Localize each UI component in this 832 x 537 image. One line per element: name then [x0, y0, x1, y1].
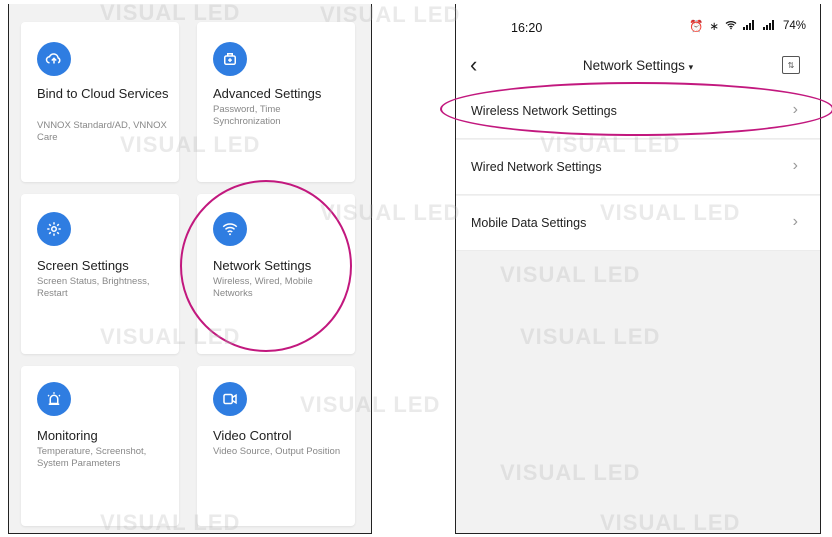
card-title: Screen Settings	[37, 258, 129, 273]
chevron-down-icon: ▾	[688, 62, 694, 72]
toolbox-icon	[213, 42, 247, 76]
card-description: Temperature, Screenshot, System Paramete…	[37, 446, 147, 469]
highlight-ellipse-wireless	[440, 82, 832, 136]
card-video-control[interactable]: Video Control Video Source, Output Posit…	[197, 366, 355, 526]
alarm-icon: ⏰	[689, 21, 704, 33]
card-title: Video Control	[213, 428, 292, 443]
wifi-icon	[725, 20, 737, 33]
menu-item-label: Wired Network Settings	[471, 160, 602, 174]
status-time: 16:20	[511, 21, 543, 35]
signal-icon	[742, 19, 757, 33]
nav-bar: ‹ Network Settings ▾ ⇅	[456, 48, 820, 84]
page-title[interactable]: Network Settings ▾	[456, 58, 820, 73]
status-bar: 16:20 ⏰ ∗ 74%	[456, 4, 820, 48]
highlight-circle-network	[180, 180, 352, 352]
cloud-upload-icon	[37, 42, 71, 76]
battery-level: 74%	[782, 20, 806, 32]
card-description: VNNOX Standard/AD, VNNOX Care	[37, 120, 167, 143]
menu-item-label: Mobile Data Settings	[471, 216, 587, 230]
card-advanced-settings[interactable]: Advanced Settings Password, Time Synchro…	[197, 22, 355, 182]
card-description: Password, Time Synchronization	[213, 104, 281, 127]
card-bind-cloud[interactable]: Bind to Cloud Services VNNOX Standard/AD…	[21, 22, 179, 182]
card-title: Monitoring	[37, 428, 98, 443]
card-description: Screen Status, Brightness, Restart	[37, 276, 150, 299]
card-screen-settings[interactable]: Screen Settings Screen Status, Brightnes…	[21, 194, 179, 354]
chevron-right-icon: ›	[792, 157, 798, 174]
card-title: Advanced Settings	[213, 86, 322, 101]
alarm-icon	[37, 382, 71, 416]
bluetooth-icon: ∗	[709, 21, 719, 33]
page-title-text: Network Settings	[582, 58, 685, 73]
signal-icon	[762, 19, 777, 33]
card-title: Bind to Cloud Services	[37, 86, 169, 101]
video-icon	[213, 382, 247, 416]
menu-item-mobile-data[interactable]: Mobile Data Settings ›	[456, 196, 820, 251]
sort-icon[interactable]: ⇅	[782, 56, 800, 74]
gear-icon	[37, 212, 71, 246]
card-monitoring[interactable]: Monitoring Temperature, Screenshot, Syst…	[21, 366, 179, 526]
status-icons: ⏰ ∗ 74%	[689, 19, 806, 33]
menu-item-wired[interactable]: Wired Network Settings ›	[456, 140, 820, 195]
chevron-right-icon: ›	[792, 213, 798, 230]
card-description: Video Source, Output Position	[213, 446, 341, 457]
